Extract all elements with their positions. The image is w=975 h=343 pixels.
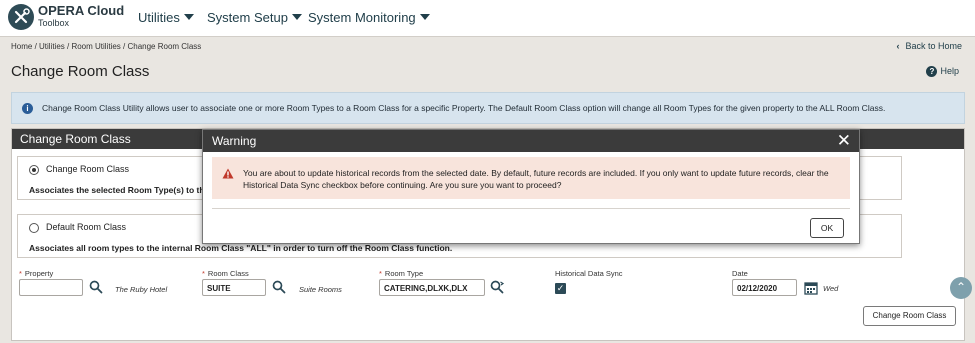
- warning-icon: [222, 168, 234, 179]
- app-title: OPERA Cloud: [38, 3, 125, 18]
- option-label: Change Room Class: [46, 164, 130, 174]
- historical-sync-label: Historical Data Sync: [555, 269, 623, 278]
- property-input[interactable]: [19, 279, 83, 296]
- dialog-header: Warning ✕: [203, 130, 859, 152]
- search-refresh-icon[interactable]: [490, 280, 505, 294]
- help-label: Help: [940, 66, 959, 76]
- property-description: The Ruby Hotel: [115, 285, 168, 294]
- warning-dialog: Warning ✕ You are about to update histor…: [202, 129, 860, 244]
- change-room-class-button[interactable]: Change Room Class: [863, 306, 956, 326]
- menu-utilities-label: Utilities: [138, 10, 180, 25]
- info-text: Change Room Class Utility allows user to…: [42, 103, 886, 113]
- help-link[interactable]: ? Help: [926, 66, 959, 77]
- back-to-home-label: Back to Home: [905, 41, 962, 51]
- room-type-input[interactable]: CATERING,DLXK,DLX: [379, 279, 485, 296]
- info-banner: i Change Room Class Utility allows user …: [11, 92, 965, 124]
- room-type-label: * Room Type: [379, 269, 424, 278]
- property-label: * Property: [19, 269, 54, 278]
- close-icon[interactable]: ✕: [837, 131, 851, 151]
- option-label: Default Room Class: [46, 222, 127, 232]
- menu-system-monitoring[interactable]: System Monitoring: [308, 10, 430, 25]
- search-icon[interactable]: [89, 280, 103, 294]
- chevron-up-icon: ⌃: [955, 280, 967, 294]
- date-label: Date: [732, 269, 748, 278]
- date-weekday: Wed: [823, 284, 839, 293]
- chevron-down-icon: [291, 14, 302, 20]
- option-description: Associates all room types to the interna…: [29, 243, 453, 253]
- breadcrumb[interactable]: Home / Utilities / Room Utilities / Chan…: [11, 42, 201, 51]
- top-bar: OPERA Cloud Toolbox Utilities System Set…: [0, 0, 975, 37]
- room-type-label-text: Room Type: [384, 269, 424, 278]
- back-to-home-link[interactable]: ‹ Back to Home: [896, 41, 962, 51]
- page-title: Change Room Class: [11, 63, 150, 80]
- room-class-description: Suite Rooms: [299, 285, 342, 294]
- chevron-down-icon: [183, 14, 194, 20]
- toolbox-logo-icon[interactable]: [8, 4, 34, 30]
- room-class-label: * Room Class: [202, 269, 249, 278]
- search-icon[interactable]: [272, 280, 286, 294]
- panel-title: Change Room Class: [20, 132, 131, 146]
- dialog-message: You are about to update historical recor…: [243, 168, 829, 190]
- radio-default-room-class[interactable]: [29, 223, 39, 233]
- chevron-left-icon: ‹: [896, 41, 900, 51]
- historical-sync-checkbox[interactable]: ✓: [555, 283, 566, 294]
- menu-system-monitoring-label: System Monitoring: [308, 10, 416, 25]
- room-type-value: CATERING,DLXK,DLX: [384, 284, 468, 293]
- date-input[interactable]: 02/12/2020: [732, 279, 797, 296]
- room-class-input[interactable]: SUITE: [202, 279, 266, 296]
- menu-system-setup-label: System Setup: [207, 10, 288, 25]
- chevron-down-icon: [419, 14, 430, 20]
- menu-system-setup[interactable]: System Setup: [207, 10, 302, 25]
- scroll-to-top-button[interactable]: ⌃: [950, 277, 972, 299]
- menu-utilities[interactable]: Utilities: [138, 10, 194, 25]
- room-class-value: SUITE: [207, 284, 231, 293]
- dialog-divider: [212, 208, 850, 209]
- room-class-label-text: Room Class: [207, 269, 249, 278]
- dialog-title: Warning: [212, 134, 257, 148]
- help-icon: ?: [926, 66, 938, 77]
- app-subtitle: Toolbox: [38, 18, 70, 28]
- info-icon: i: [22, 103, 33, 114]
- option-description: Associates the selected Room Type(s) to …: [29, 185, 205, 195]
- dialog-message-box: You are about to update historical recor…: [212, 157, 850, 199]
- radio-change-room-class[interactable]: [29, 165, 39, 175]
- property-label-text: Property: [24, 269, 54, 278]
- ok-button[interactable]: OK: [810, 218, 844, 238]
- date-value: 02/12/2020: [737, 284, 778, 293]
- checkmark-icon: ✓: [556, 283, 565, 293]
- calendar-icon[interactable]: [804, 281, 818, 295]
